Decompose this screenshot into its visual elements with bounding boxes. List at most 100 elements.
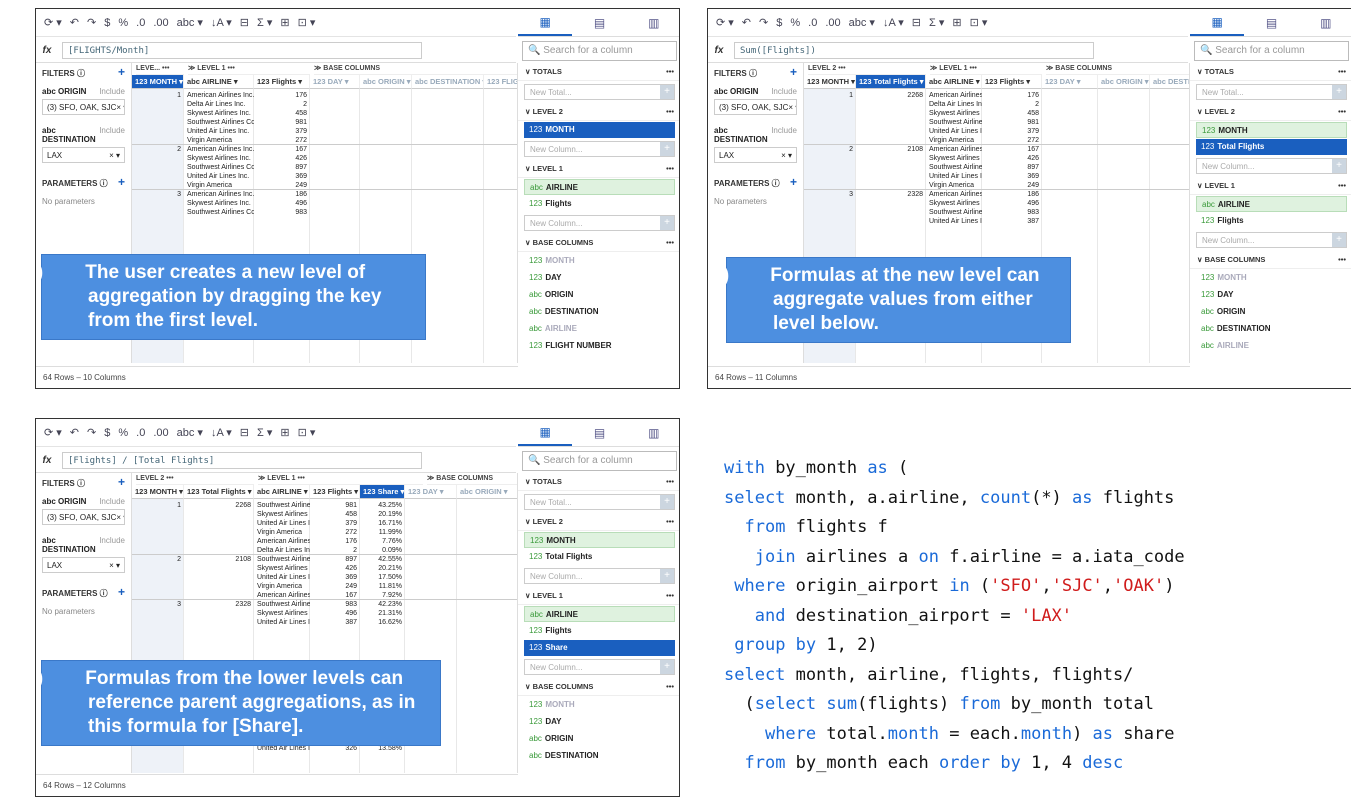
add-icon[interactable]: + (660, 495, 674, 509)
search-input[interactable]: 🔍 Search for a column (1194, 41, 1349, 61)
toolbar-button[interactable]: ↷ (87, 16, 96, 29)
section-header[interactable]: ∨ BASE COLUMNS ••• (1190, 251, 1351, 269)
new-column-input[interactable]: New Total... + (524, 84, 675, 100)
section-menu-icon[interactable]: ••• (666, 587, 674, 604)
section-menu-icon[interactable]: ••• (666, 160, 674, 177)
clear-icon[interactable]: × ▾ (109, 151, 120, 160)
formula-input[interactable]: Sum([Flights]) (734, 42, 1094, 59)
add-icon[interactable]: + (660, 569, 674, 583)
column-header[interactable]: abc ORIGIN ▾ (457, 485, 517, 499)
column-item[interactable]: 123 MONTH (1196, 270, 1347, 286)
add-icon[interactable]: + (660, 85, 674, 99)
group-header[interactable]: ≫ LEVEL 1 ••• (930, 63, 1042, 75)
column-item[interactable]: 123 DAY (1196, 287, 1347, 303)
column-header[interactable]: 123 DAY ▾ (1042, 75, 1098, 89)
destination-filter-value[interactable]: LAX × ▾ (42, 557, 125, 573)
new-column-input[interactable]: New Column... + (524, 659, 675, 675)
group-header[interactable]: ≫ LEVEL 1 ••• (258, 473, 423, 485)
column-header[interactable]: 123 Flights ▾ (310, 485, 360, 499)
column-header[interactable]: abc ORIGIN ▾ (1098, 75, 1150, 89)
section-header[interactable]: ∨ LEVEL 2 ••• (1190, 103, 1351, 121)
section-menu-icon[interactable]: ••• (666, 473, 674, 490)
add-icon[interactable]: + (660, 142, 674, 156)
toolbar-button[interactable]: Σ ▾ (257, 16, 272, 29)
new-column-input[interactable]: New Total... + (524, 494, 675, 510)
destination-include[interactable]: Include (99, 536, 125, 554)
section-menu-icon[interactable]: ••• (1338, 63, 1346, 80)
toolbar-button[interactable]: ⊡ ▾ (970, 16, 988, 29)
origin-include[interactable]: Include (99, 87, 125, 96)
section-header[interactable]: ∨ LEVEL 1 ••• (518, 160, 679, 178)
toolbar-button[interactable]: abc ▾ (849, 16, 875, 29)
section-header[interactable]: ∨ TOTALS ••• (518, 473, 679, 491)
column-item[interactable]: abc ORIGIN (524, 731, 675, 747)
origin-filter-value[interactable]: (3) SFO, OAK, SJC× ▾ (42, 509, 125, 525)
column-header[interactable]: 123 MONTH ▾ (804, 75, 856, 89)
right-tab[interactable]: ▥ (627, 9, 679, 36)
group-header[interactable]: LEVEL 2 ••• (808, 63, 926, 75)
destination-include[interactable]: Include (771, 126, 797, 144)
column-item[interactable]: 123 MONTH (1196, 122, 1347, 138)
section-menu-icon[interactable]: ••• (666, 103, 674, 120)
new-column-input[interactable]: New Column... + (524, 568, 675, 584)
clear-icon[interactable]: × ▾ (116, 513, 124, 522)
section-header[interactable]: ∨ TOTALS ••• (518, 63, 679, 81)
column-header[interactable]: 123 Total Flights ▾ (184, 485, 254, 499)
column-header[interactable]: 123 MONTH ▾ (132, 75, 184, 89)
add-filter-button[interactable]: + (118, 66, 125, 79)
column-item[interactable]: 123 DAY (524, 270, 675, 286)
toolbar-button[interactable]: ↷ (759, 16, 768, 29)
destination-filter-value[interactable]: LAX × ▾ (42, 147, 125, 163)
toolbar-button[interactable]: ↓A ▾ (883, 16, 904, 29)
add-filter-button[interactable]: + (118, 476, 125, 489)
column-header[interactable]: abc ORIGIN ▾ (360, 75, 412, 89)
section-header[interactable]: ∨ TOTALS ••• (1190, 63, 1351, 81)
right-tab[interactable]: ▥ (627, 419, 679, 446)
column-item[interactable]: abc AIRLINE (524, 179, 675, 195)
toolbar-button[interactable]: ⊟ (240, 426, 249, 439)
toolbar-button[interactable]: ⊞ (280, 16, 289, 29)
column-item[interactable]: abc ORIGIN (1196, 304, 1347, 320)
column-header[interactable]: abc AIRLINE ▾ (184, 75, 254, 89)
add-icon[interactable]: + (660, 216, 674, 230)
column-item[interactable]: 123 Flights (1196, 213, 1347, 229)
right-tab[interactable]: ▦ (1190, 9, 1245, 36)
column-item[interactable]: 123 Total Flights (1196, 139, 1347, 155)
toolbar-button[interactable]: abc ▾ (177, 426, 203, 439)
toolbar-button[interactable]: ↓A ▾ (211, 426, 232, 439)
add-icon[interactable]: + (660, 660, 674, 674)
toolbar-button[interactable]: % (790, 17, 800, 29)
section-header[interactable]: ∨ BASE COLUMNS ••• (518, 678, 679, 696)
column-item[interactable]: 123 Flights (524, 196, 675, 212)
toolbar-button[interactable]: .0 (136, 427, 145, 439)
toolbar-button[interactable]: .0 (136, 17, 145, 29)
toolbar-button[interactable]: ⟳ ▾ (44, 16, 62, 29)
group-header[interactable]: ≫ BASE COLUMNS (427, 473, 517, 485)
origin-include[interactable]: Include (771, 87, 797, 96)
toolbar-button[interactable]: $ (776, 17, 782, 29)
toolbar-button[interactable]: % (118, 17, 128, 29)
column-item[interactable]: 123 DAY (524, 714, 675, 730)
column-item[interactable]: 123 Total Flights (524, 549, 675, 565)
add-parameter-button[interactable]: + (790, 176, 797, 189)
section-menu-icon[interactable]: ••• (666, 678, 674, 695)
group-header[interactable]: LEVE... ••• (136, 63, 184, 75)
toolbar-button[interactable]: ⟳ ▾ (44, 426, 62, 439)
add-parameter-button[interactable]: + (118, 586, 125, 599)
toolbar-button[interactable]: ↶ (742, 16, 751, 29)
group-header[interactable]: ≫ BASE COLUMNS (1046, 63, 1189, 75)
new-column-input[interactable]: New Total... + (1196, 84, 1347, 100)
toolbar-button[interactable]: .00 (153, 17, 168, 29)
column-item[interactable]: 123 FLIGHT NUMBER (524, 338, 675, 354)
origin-filter-value[interactable]: (3) SFO, OAK, SJC× ▾ (714, 99, 797, 115)
section-header[interactable]: ∨ BASE COLUMNS ••• (518, 234, 679, 252)
column-header[interactable]: 123 Share ▾ (360, 485, 405, 499)
toolbar-button[interactable]: Σ ▾ (929, 16, 944, 29)
column-item[interactable]: abc AIRLINE (524, 606, 675, 622)
column-item[interactable]: 123 MONTH (524, 253, 675, 269)
section-header[interactable]: ∨ LEVEL 1 ••• (518, 587, 679, 605)
toolbar-button[interactable]: ⊡ ▾ (298, 426, 316, 439)
section-menu-icon[interactable]: ••• (1338, 177, 1346, 194)
right-tab[interactable]: ▤ (1244, 9, 1298, 36)
column-item[interactable]: 123 MONTH (524, 697, 675, 713)
